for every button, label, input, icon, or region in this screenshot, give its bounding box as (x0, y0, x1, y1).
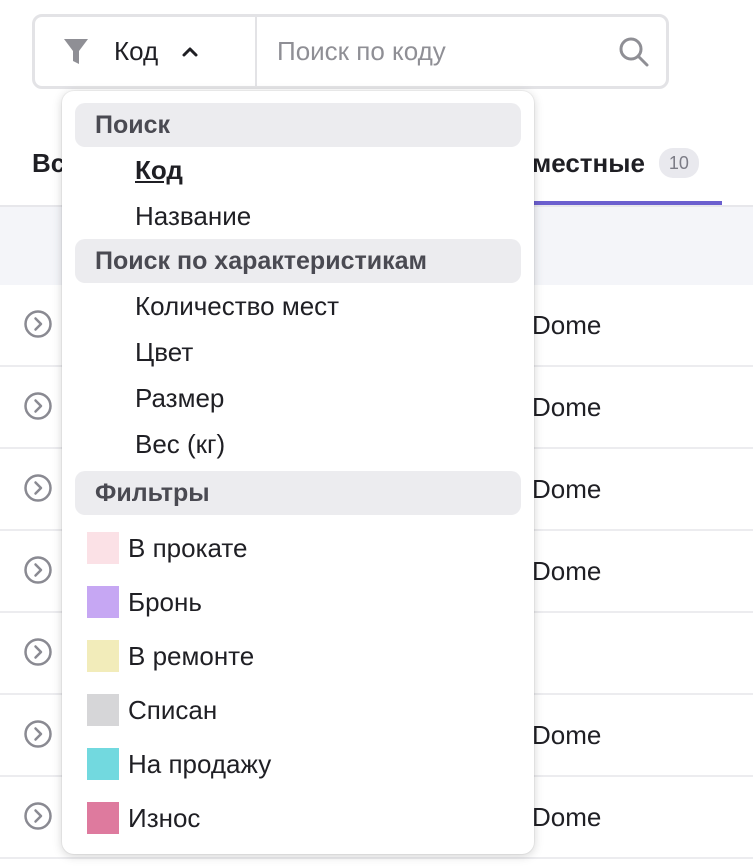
color-swatch (87, 640, 119, 672)
filter-option-label: На продажу (128, 748, 272, 779)
option-name[interactable]: Название (62, 193, 534, 239)
group-header-attributes: Поиск по характеристикам (75, 239, 521, 283)
search-field-dropdown: Поиск Код Название Поиск по характеристи… (62, 91, 534, 854)
filter-option-label: В ремонте (128, 640, 255, 671)
row-cell-text: Dome (532, 556, 602, 586)
expand-row-icon[interactable] (23, 801, 53, 831)
row-cell-text: Dome (532, 720, 602, 750)
filter-option-label: Списан (128, 694, 218, 725)
filter-option-label: Бронь (128, 586, 202, 617)
option-color[interactable]: Цвет (62, 329, 534, 375)
filter-option-label: В прокате (128, 532, 248, 563)
filter-option[interactable]: Списан (62, 683, 534, 737)
filter-option[interactable]: Бронь (62, 575, 534, 629)
filter-icon (63, 37, 89, 67)
row-cell-text: Dome (532, 392, 602, 422)
search-icon[interactable] (618, 36, 650, 68)
expand-row-icon[interactable] (23, 637, 53, 667)
expand-row-icon[interactable] (23, 719, 53, 749)
tab-all[interactable]: Вс (32, 148, 65, 179)
search-bar: Код (32, 14, 669, 89)
row-cell-text: Dome (532, 802, 602, 832)
row-cell-text: Dome (532, 474, 602, 504)
filter-option[interactable]: В ремонте (62, 629, 534, 683)
filter-option-label: Износ (128, 802, 201, 833)
color-swatch (87, 586, 119, 618)
option-weight[interactable]: Вес (кг) (62, 421, 534, 467)
chevron-up-icon (180, 42, 200, 62)
group-header-filters: Фильтры (75, 471, 521, 515)
search-input[interactable] (277, 36, 618, 67)
tab-local[interactable]: местные 10 (532, 145, 722, 205)
option-size[interactable]: Размер (62, 375, 534, 421)
filter-option[interactable]: На продажу (62, 737, 534, 791)
group-header-search: Поиск (75, 103, 521, 147)
option-code[interactable]: Код (62, 147, 534, 193)
tab-count-badge: 10 (658, 148, 699, 178)
search-field-select[interactable]: Код (35, 17, 257, 86)
selected-field-label: Код (114, 36, 159, 66)
color-swatch (87, 694, 119, 726)
color-swatch (87, 802, 119, 834)
expand-row-icon[interactable] (23, 555, 53, 585)
expand-row-icon[interactable] (23, 391, 53, 421)
option-seat-count[interactable]: Количество мест (62, 283, 534, 329)
row-cell-text: Dome (532, 310, 602, 340)
color-swatch (87, 748, 119, 780)
expand-row-icon[interactable] (23, 309, 53, 339)
filter-option[interactable]: Износ (62, 791, 534, 845)
tab-local-label: местные (532, 148, 645, 178)
filter-option[interactable]: В прокате (62, 521, 534, 575)
color-swatch (87, 532, 119, 564)
expand-row-icon[interactable] (23, 473, 53, 503)
